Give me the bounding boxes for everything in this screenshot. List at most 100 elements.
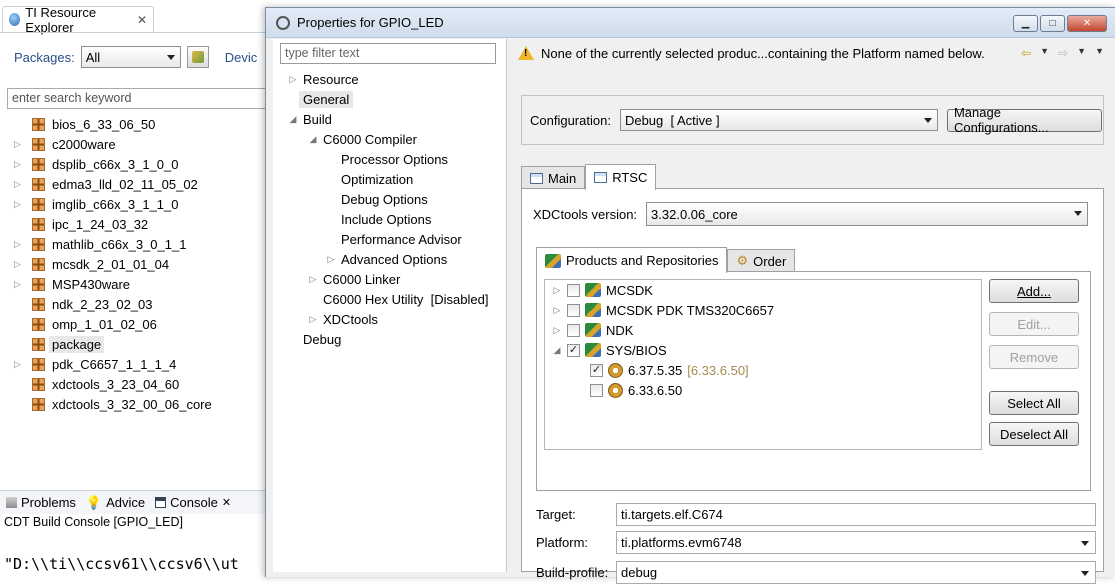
dialog-titlebar[interactable]: Properties for GPIO_LED ▁ □ ✕	[266, 8, 1115, 38]
expand-toggle-icon[interactable]: ▷	[14, 139, 32, 150]
product-checkbox[interactable]: ✓	[590, 363, 603, 377]
expand-toggle-icon[interactable]: ▷	[14, 279, 32, 290]
target-field[interactable]: ti.targets.elf.C674	[616, 503, 1096, 526]
remove-button-label: Remove	[1009, 349, 1059, 365]
expand-toggle-icon[interactable]: ▷	[14, 239, 32, 250]
package-item[interactable]: ▷ edma3_lld_02_11_05_02	[14, 174, 215, 194]
build-profile-combo[interactable]: debug	[616, 561, 1096, 584]
resource-explorer-tab[interactable]: TI Resource Explorer ✕	[2, 5, 154, 35]
collapse-toggle-icon[interactable]: ◢	[552, 345, 562, 356]
package-item[interactable]: ▷ c2000ware	[14, 134, 215, 154]
close-icon[interactable]: ✕	[222, 496, 231, 509]
package-item[interactable]: ▷ mathlib_c66x_3_0_1_1	[14, 234, 215, 254]
edit-button[interactable]: Edit...	[989, 312, 1079, 336]
packages-select[interactable]: All	[80, 46, 181, 68]
packages-filter-row: Packages: All Devic	[14, 46, 257, 68]
tree-item[interactable]: Debug Options	[273, 189, 507, 209]
tree-item[interactable]: Performance Advisor	[273, 229, 507, 249]
product-item[interactable]: ▷ MCSDK	[545, 280, 981, 300]
package-item[interactable]: bios_6_33_06_50	[14, 114, 215, 134]
tab-console[interactable]: Console ✕	[155, 495, 231, 510]
filter-options-button[interactable]	[186, 46, 209, 68]
expand-toggle-icon[interactable]: ▷	[287, 74, 299, 85]
tree-item[interactable]: General	[273, 89, 507, 109]
package-item[interactable]: ipc_1_24_03_32	[14, 214, 215, 234]
expand-toggle-icon[interactable]: ▷	[552, 305, 562, 316]
package-item[interactable]: xdctools_3_23_04_60	[14, 374, 215, 394]
properties-icon	[276, 15, 290, 30]
tab-rtsc[interactable]: RTSC	[585, 164, 657, 190]
collapse-toggle-icon[interactable]: ◢	[307, 134, 319, 145]
expand-toggle-icon[interactable]: ▷	[14, 159, 32, 170]
platform-combo[interactable]: ti.platforms.evm6748	[616, 531, 1096, 554]
filter-input[interactable]: type filter text	[280, 43, 496, 64]
expand-toggle-icon[interactable]: ▷	[14, 179, 32, 190]
product-item[interactable]: 6.33.6.50	[545, 380, 981, 400]
product-checkbox[interactable]	[567, 283, 580, 297]
product-item[interactable]: ✓ 6.37.5.35 [6.33.6.50]	[545, 360, 981, 380]
package-item[interactable]: xdctools_3_32_00_06_core	[14, 394, 215, 414]
tab-main[interactable]: Main	[521, 166, 586, 189]
select-all-button[interactable]: Select All	[989, 391, 1079, 415]
product-icon	[545, 253, 561, 268]
manage-configurations-button[interactable]: Manage Configurations...	[946, 105, 1102, 135]
back-icon[interactable]: ⇦	[1021, 46, 1031, 60]
close-button[interactable]: ✕	[1067, 15, 1107, 32]
product-item[interactable]: ◢ ✓ SYS/BIOS	[545, 340, 981, 360]
expand-toggle-icon[interactable]: ▷	[307, 314, 319, 325]
product-icon	[585, 283, 601, 297]
chevron-down-icon[interactable]: ▼	[1040, 46, 1049, 60]
tree-item[interactable]: C6000 Hex Utility [Disabled]	[273, 289, 507, 309]
collapse-toggle-icon[interactable]: ◢	[287, 114, 299, 125]
tree-item[interactable]: Processor Options	[273, 149, 507, 169]
tree-item[interactable]: ▷ Resource	[273, 69, 507, 89]
configuration-select[interactable]: Debug [ Active ]	[619, 109, 938, 131]
product-checkbox[interactable]	[567, 303, 580, 317]
minimize-button[interactable]: ▁	[1013, 15, 1038, 32]
tree-item[interactable]: Include Options	[273, 209, 507, 229]
expand-toggle-icon[interactable]: ▷	[14, 359, 32, 370]
tab-order[interactable]: ⚙ Order	[727, 249, 796, 272]
tree-item[interactable]: ▷ C6000 Linker	[273, 269, 507, 289]
package-item[interactable]: omp_1_01_02_06	[14, 314, 215, 334]
product-item[interactable]: ▷ NDK	[545, 320, 981, 340]
tree-item[interactable]: ▷ Advanced Options	[273, 249, 507, 269]
maximize-button[interactable]: □	[1040, 15, 1065, 32]
expand-toggle-icon[interactable]: ▷	[14, 259, 32, 270]
package-item[interactable]: ▷ imglib_c66x_3_1_1_0	[14, 194, 215, 214]
chevron-down-icon[interactable]: ▼	[1077, 46, 1086, 60]
package-item[interactable]: ▷ dsplib_c66x_3_1_0_0	[14, 154, 215, 174]
product-item[interactable]: ▷ MCSDK PDK TMS320C6657	[545, 300, 981, 320]
tab-problems[interactable]: Problems	[6, 495, 76, 510]
package-item[interactable]: ▷ pdk_C6657_1_1_1_4	[14, 354, 215, 374]
tab-products-and-repositories[interactable]: Products and Repositories	[536, 247, 728, 273]
tree-item[interactable]: Debug	[273, 329, 507, 349]
tree-item[interactable]: Optimization	[273, 169, 507, 189]
view-menu-icon[interactable]: ▼	[1095, 46, 1104, 60]
package-item[interactable]: ▷ MSP430ware	[14, 274, 215, 294]
forward-icon[interactable]: ⇨	[1058, 46, 1068, 60]
chevron-down-icon[interactable]	[1081, 541, 1089, 546]
product-checkbox[interactable]	[567, 323, 580, 337]
add-button[interactable]: Add...	[989, 279, 1079, 303]
remove-button[interactable]: Remove	[989, 345, 1079, 369]
product-checkbox[interactable]: ✓	[567, 343, 580, 357]
product-checkbox[interactable]	[590, 383, 603, 397]
xdctools-version-select[interactable]: 3.32.0.06_core	[646, 202, 1089, 226]
package-item[interactable]: ndk_2_23_02_03	[14, 294, 215, 314]
tree-item[interactable]: ◢ C6000 Compiler	[273, 129, 507, 149]
expand-toggle-icon[interactable]: ▷	[307, 274, 319, 285]
tree-item[interactable]: ◢ Build	[273, 109, 507, 129]
close-icon[interactable]: ✕	[137, 13, 147, 27]
tree-item[interactable]: ▷ XDCtools	[273, 309, 507, 329]
package-item[interactable]: package	[14, 334, 215, 354]
expand-toggle-icon[interactable]: ▷	[14, 199, 32, 210]
deselect-all-button[interactable]: Deselect All	[989, 422, 1079, 446]
tab-advice[interactable]: 💡 Advice	[86, 495, 145, 511]
chevron-down-icon[interactable]	[1081, 571, 1089, 576]
expand-toggle-icon[interactable]: ▷	[552, 325, 562, 336]
expand-toggle-icon[interactable]: ▷	[325, 254, 337, 265]
search-input[interactable]: enter search keyword	[7, 88, 267, 109]
expand-toggle-icon[interactable]: ▷	[552, 285, 562, 296]
package-item[interactable]: ▷ mcsdk_2_01_01_04	[14, 254, 215, 274]
